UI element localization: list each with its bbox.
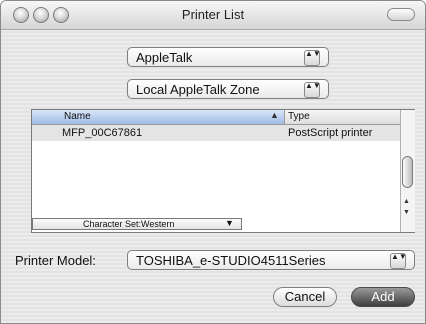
printer-model-popup[interactable]: TOSHIBA_e-STUDIO4511Series ▲▼ [127,250,415,270]
scroll-up-icon[interactable]: ▲ [403,198,410,205]
column-header-type[interactable]: Type [288,111,310,122]
cancel-button[interactable]: Cancel [273,287,337,307]
character-set-label: Character Set:Western [83,219,175,229]
printer-name: MFP_00C67861 [62,127,143,139]
scroll-down-icon[interactable]: ▼ [403,209,410,216]
printer-row[interactable]: MFP_00C67861 PostScript printer [32,125,400,141]
popup-arrows-icon: ▲▼ [390,253,407,269]
vertical-scrollbar[interactable]: ▲ ▼ [400,110,415,232]
column-name-label: Name [64,111,91,122]
chevron-down-icon: ▼ [225,218,234,228]
window-title: Printer List [181,7,245,22]
list-header: Name ▲ Type [32,110,400,125]
zone-popup[interactable]: Local AppleTalk Zone ▲▼ [127,79,329,99]
add-button[interactable]: Add [351,287,415,307]
zone-value: Local AppleTalk Zone [136,82,260,97]
scroll-thumb[interactable] [402,156,413,188]
popup-arrows-icon: ▲▼ [304,82,321,98]
character-set-popup[interactable]: Character Set:Western ▼ [32,218,242,230]
title-bar: Printer List [1,1,425,30]
toolbar-toggle-button[interactable] [387,8,415,21]
printer-model-label: Printer Model: [15,253,96,268]
connection-type-value: AppleTalk [136,50,193,65]
sort-ascending-icon: ▲ [270,110,279,120]
printer-model-value: TOSHIBA_e-STUDIO4511Series [136,253,326,268]
connection-type-popup[interactable]: AppleTalk ▲▼ [127,47,329,67]
popup-arrows-icon: ▲▼ [304,50,321,66]
column-header-name[interactable]: Name [32,110,285,124]
printer-list-window: Printer List AppleTalk ▲▼ Local AppleTal… [0,0,426,324]
printer-type: PostScript printer [288,127,373,139]
printer-list: Name ▲ Type MFP_00C67861 PostScript prin… [31,109,415,233]
